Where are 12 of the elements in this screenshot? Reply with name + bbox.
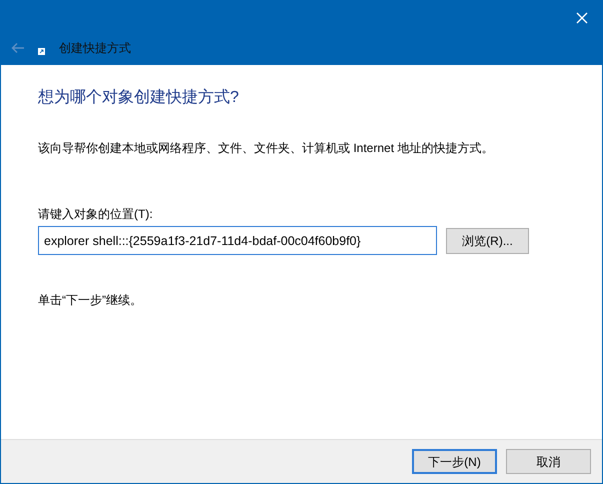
dialog-button[interactable]: 取消 (506, 449, 591, 474)
wizard-heading: 想为哪个对象创建快捷方式? (38, 88, 240, 108)
shortcut-icon (38, 48, 45, 54)
browse-button[interactable]: 浏览(R)... (446, 228, 529, 254)
back-arrow-icon (11, 42, 25, 54)
close-icon (576, 12, 588, 24)
dialog-button[interactable]: 下一步(N) (412, 449, 497, 474)
location-input-field[interactable]: explorer shell:::{2559a1f3-21d7-11d4-bdaf-00c04f60b9f0} (38, 226, 437, 255)
continue-hint: 单击“下一步”继续。 (38, 292, 143, 309)
location-label: 请键入对象的位置(T): (38, 206, 154, 223)
wizard-description: 该向导帮你创建本地或网络程序、文件、文件夹、计算机或 Internet 地址的快捷方式。 (38, 140, 494, 157)
window-title: 创建快捷方式 (59, 40, 131, 57)
